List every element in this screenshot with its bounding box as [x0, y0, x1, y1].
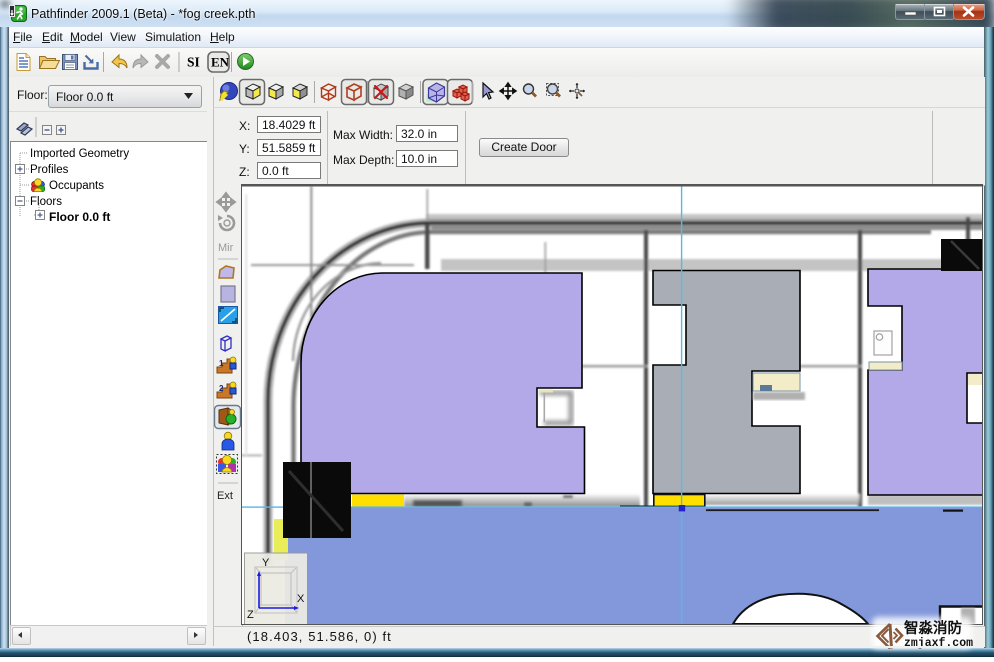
- svg-text:X: X: [297, 593, 305, 605]
- svg-text:2: 2: [219, 384, 224, 393]
- svg-text:Ext: Ext: [217, 490, 233, 502]
- svg-text:zmjaxf.com: zmjaxf.com: [904, 637, 973, 650]
- svg-text:SI: SI: [187, 55, 200, 70]
- svg-text:Y: Y: [262, 557, 270, 569]
- svg-text:智淼消防: 智淼消防: [904, 619, 962, 637]
- svg-text:Imported Geometry: Imported Geometry: [30, 148, 129, 160]
- svg-text:Floor 0.0 ft: Floor 0.0 ft: [49, 210, 110, 224]
- svg-text:Floors: Floors: [30, 196, 62, 208]
- svg-text:Profiles: Profiles: [30, 164, 69, 176]
- svg-text:Z: Z: [247, 609, 254, 621]
- svg-text:EN: EN: [211, 55, 230, 70]
- svg-text:Occupants: Occupants: [49, 180, 104, 192]
- svg-text:1: 1: [219, 359, 224, 368]
- svg-text:Mir: Mir: [218, 242, 234, 254]
